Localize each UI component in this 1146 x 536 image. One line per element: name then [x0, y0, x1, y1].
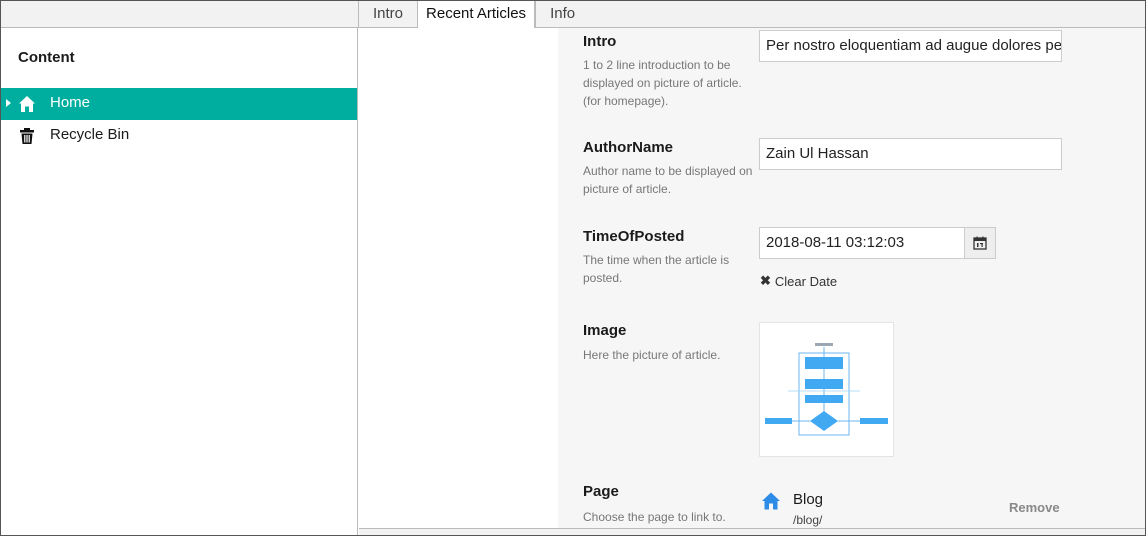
- page-description: Choose the page to link to.: [583, 510, 726, 524]
- clear-date-button[interactable]: ✖ Clear Date: [760, 273, 837, 289]
- author-name-label: AuthorName: [583, 139, 674, 156]
- page-label: Page: [583, 483, 619, 500]
- trash-icon: [20, 128, 34, 144]
- author-name-input[interactable]: Zain Ul Hassan: [759, 138, 1062, 170]
- remove-page-link[interactable]: Remove: [1009, 500, 1060, 515]
- linked-page-name: Blog: [793, 491, 824, 508]
- intro-description: 1 to 2 line introduction to be displayed…: [583, 58, 742, 108]
- linked-page-url: /blog/: [793, 513, 823, 527]
- tab-bar: Intro Recent Articles Info: [358, 1, 589, 29]
- tab-recent-articles[interactable]: Recent Articles: [417, 1, 536, 29]
- top-bar: Intro Recent Articles Info: [1, 1, 1145, 29]
- tree-item-label: Home: [50, 94, 91, 111]
- author-name-description: Author name to be displayed on picture o…: [583, 164, 753, 196]
- image-label: Image: [583, 322, 627, 339]
- time-of-posted-label: TimeOfPosted: [583, 228, 685, 245]
- bottom-strip: [359, 529, 1145, 535]
- app-window: Intro Recent Articles Info Content Home …: [0, 0, 1146, 536]
- tab-info[interactable]: Info: [535, 1, 589, 28]
- date-time-input[interactable]: 2018-08-11 03:12:03: [759, 227, 965, 259]
- content-tree-sidebar: Content Home Recycle Bin: [1, 28, 358, 535]
- linked-page[interactable]: Blog /blog/: [759, 491, 859, 531]
- tree-item-label: Recycle Bin: [50, 126, 130, 143]
- home-icon: [762, 492, 780, 510]
- calendar-icon: [973, 236, 987, 250]
- article-image-thumbnail[interactable]: [759, 322, 894, 457]
- sidebar-title: Content: [18, 49, 75, 66]
- image-description: Here the picture of article.: [583, 348, 721, 362]
- flowchart-image: [765, 343, 888, 436]
- intro-label: Intro: [583, 33, 617, 50]
- editor-main: Intro 1 to 2 line introduction to be dis…: [359, 28, 1145, 531]
- intro-input[interactable]: Per nostro eloquentiam ad augue dolores …: [759, 30, 1062, 62]
- time-of-posted-description: The time when the article is posted.: [583, 253, 730, 285]
- expand-caret-icon[interactable]: [6, 99, 11, 107]
- home-icon: [19, 96, 35, 112]
- close-icon: ✖: [760, 273, 771, 288]
- tab-intro[interactable]: Intro: [358, 1, 417, 28]
- clear-date-label: Clear Date: [774, 273, 838, 289]
- calendar-button[interactable]: [964, 227, 996, 259]
- tree-item-recycle-bin[interactable]: Recycle Bin: [1, 120, 357, 152]
- tree-item-home[interactable]: Home: [1, 88, 357, 120]
